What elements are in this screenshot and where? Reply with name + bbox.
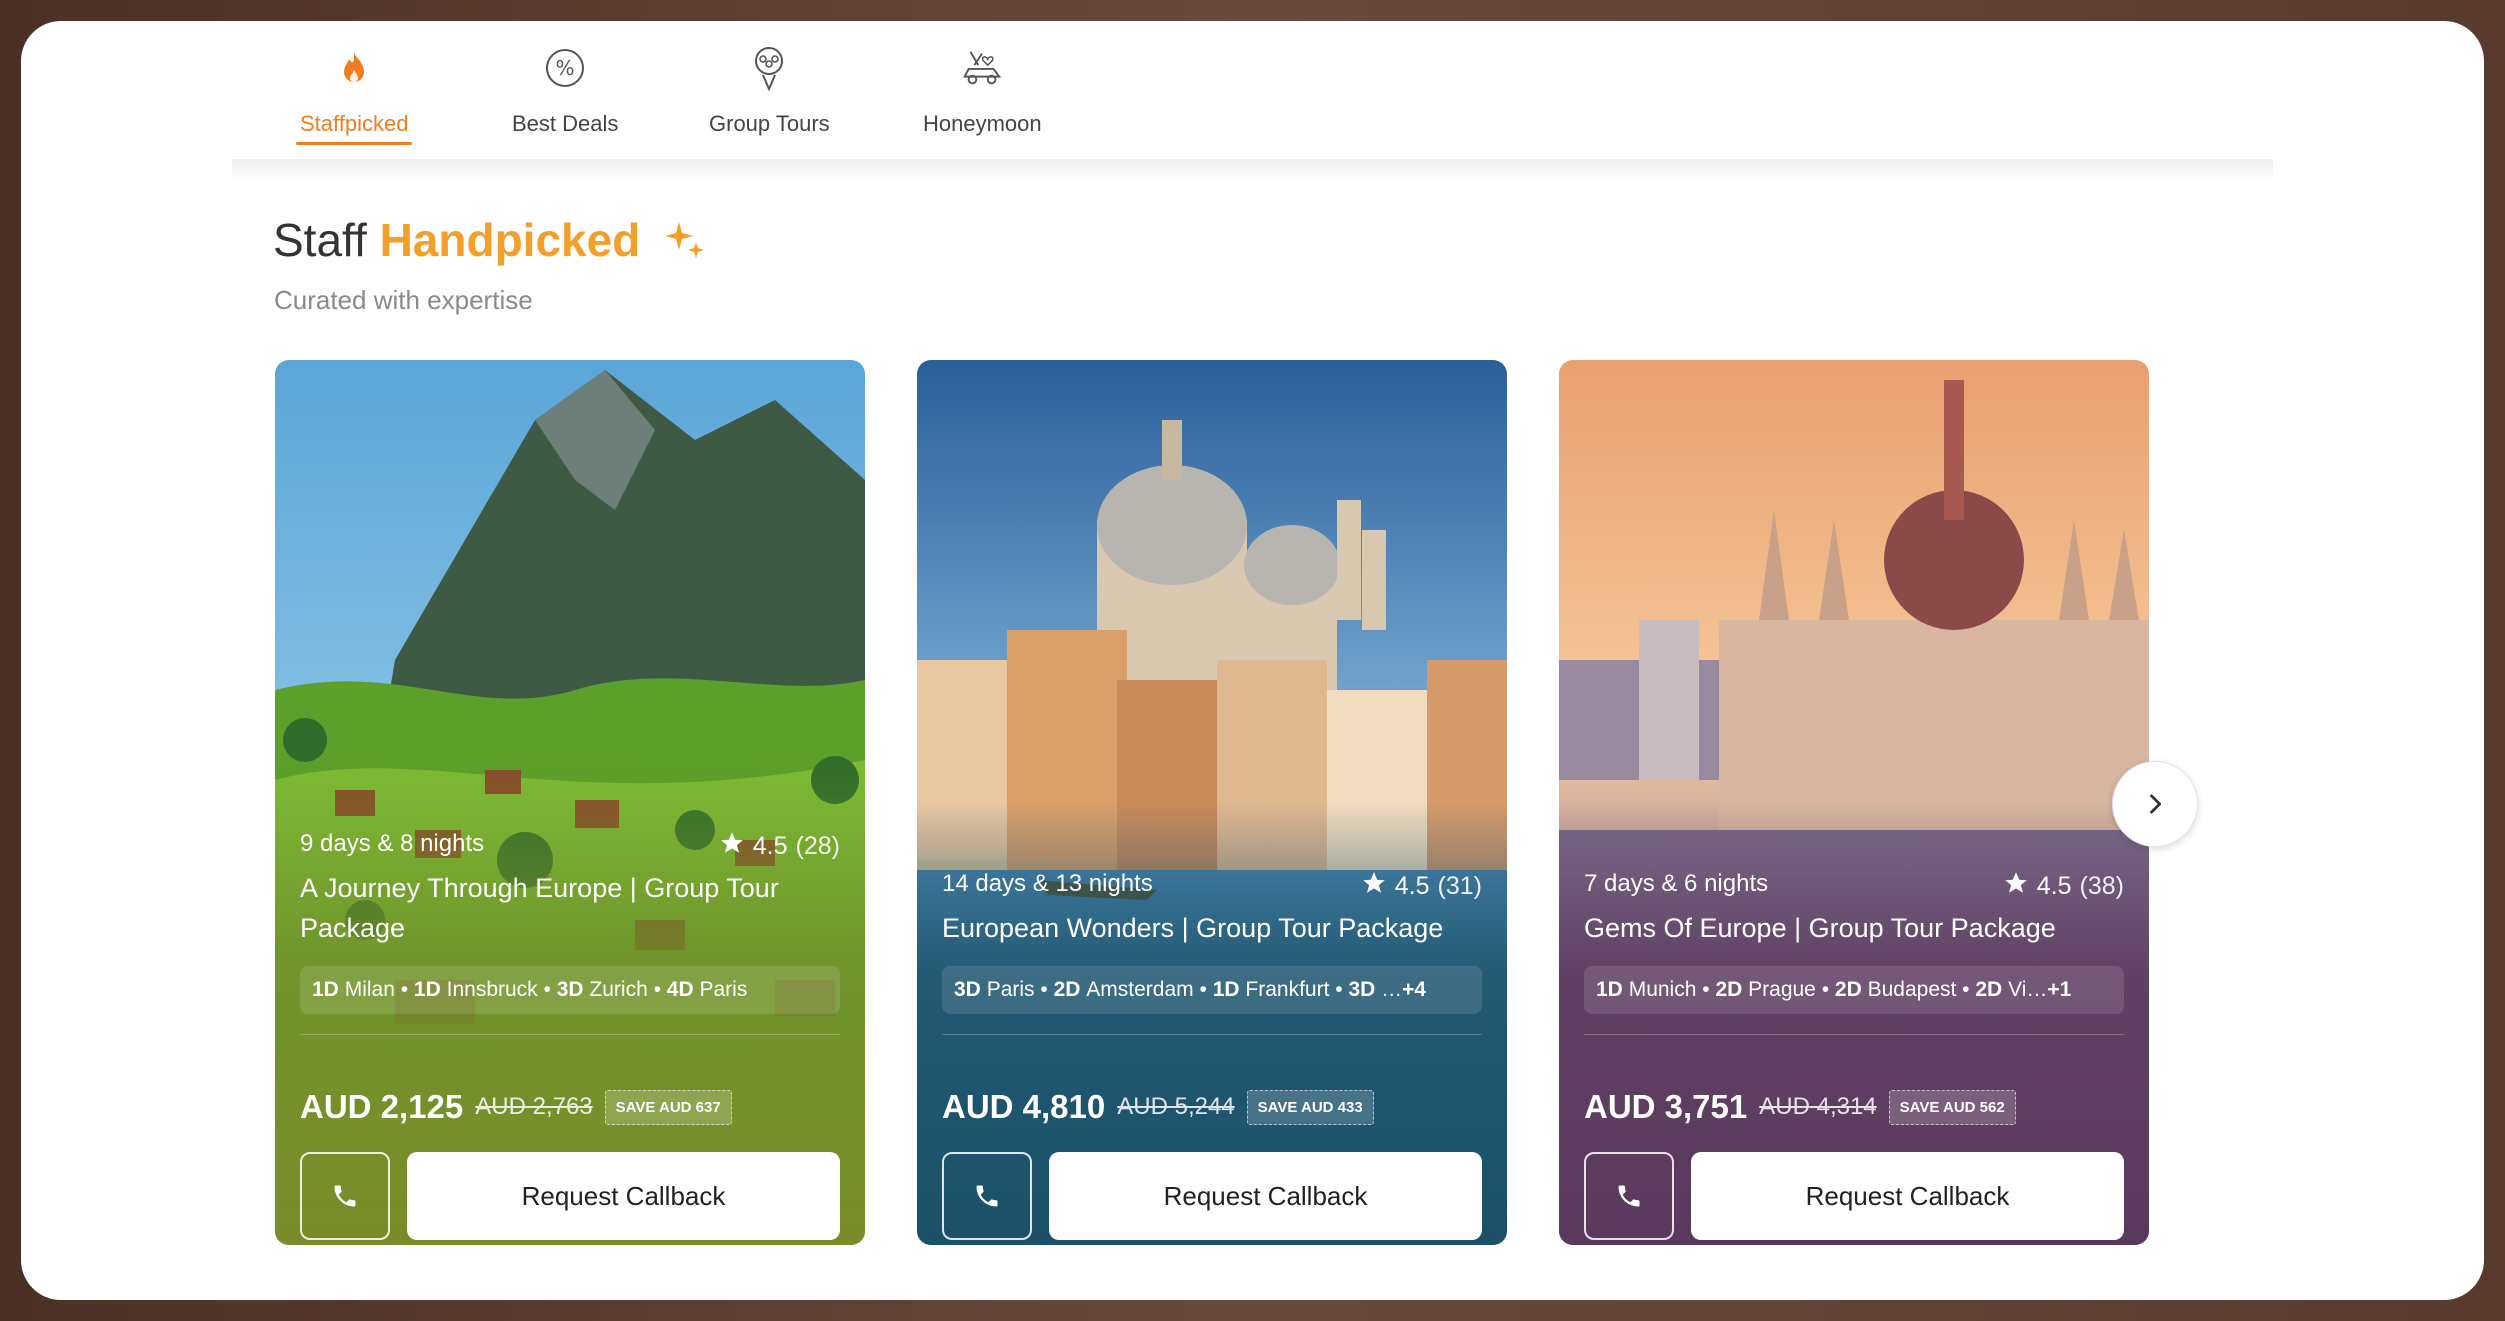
itinerary-days: 1D bbox=[1212, 978, 1240, 1001]
package-card[interactable]: 14 days & 13 nights 4.5 (31) European Wo… bbox=[917, 360, 1507, 1245]
star-icon bbox=[719, 830, 745, 863]
sparkle-icon bbox=[663, 216, 707, 271]
card-original-price: AUD 5,244 bbox=[1117, 1093, 1235, 1120]
itinerary-days: 2D bbox=[1053, 978, 1081, 1001]
call-button[interactable] bbox=[942, 1152, 1032, 1240]
save-badge: SAVE AUD 433 bbox=[1246, 1089, 1374, 1125]
request-callback-button[interactable]: Request Callback bbox=[1691, 1152, 2124, 1240]
card-itinerary: 1D Milan • 1D Innsbruck • 3D Zurich • 4D… bbox=[300, 966, 840, 1014]
itinerary-days: 1D bbox=[413, 978, 441, 1001]
page-frame: Staffpicked % Best Deals Group Tours Hon… bbox=[21, 21, 2484, 1300]
save-badge: SAVE AUD 637 bbox=[604, 1089, 732, 1125]
price-row: AUD 3,751 AUD 4,314 SAVE AUD 562 bbox=[1584, 1088, 2016, 1126]
card-price: AUD 2,125 bbox=[300, 1088, 464, 1125]
category-tabs: Staffpicked % Best Deals Group Tours Hon… bbox=[253, 25, 2293, 173]
itinerary-city: Paris bbox=[986, 978, 1035, 1001]
itinerary-city: Budapest bbox=[1867, 978, 1957, 1001]
tab-label: Best Deals bbox=[512, 111, 619, 136]
rating-value: 4.5 bbox=[752, 832, 788, 860]
card-price: AUD 4,810 bbox=[942, 1088, 1106, 1125]
itinerary-city: Vi… bbox=[2008, 978, 2048, 1001]
save-badge: SAVE AUD 562 bbox=[1888, 1089, 2016, 1125]
carousel-next-button[interactable] bbox=[2112, 761, 2198, 847]
card-divider bbox=[942, 1034, 1482, 1035]
itinerary-more: +4 bbox=[1402, 978, 1427, 1001]
package-card[interactable]: 7 days & 6 nights 4.5 (38) Gems Of Europ… bbox=[1559, 360, 2149, 1245]
card-itinerary: 1D Munich • 2D Prague • 2D Budapest • 2D… bbox=[1584, 966, 2124, 1014]
title-plain: Staff bbox=[273, 214, 367, 266]
tab-group-tours[interactable]: Group Tours bbox=[709, 25, 830, 145]
tab-label: Group Tours bbox=[709, 111, 830, 136]
request-callback-button[interactable]: Request Callback bbox=[407, 1152, 840, 1240]
tab-label: Honeymoon bbox=[923, 111, 1042, 136]
chevron-right-icon bbox=[2150, 794, 2162, 814]
rating-value: 4.5 bbox=[2036, 872, 2072, 900]
itinerary-city: … bbox=[1381, 978, 1403, 1001]
card-rating: 4.5 (31) bbox=[1361, 870, 1482, 903]
itinerary-city: Prague bbox=[1748, 978, 1816, 1001]
tab-staffpicked[interactable]: Staffpicked bbox=[295, 25, 413, 145]
itinerary-days: 4D bbox=[666, 978, 694, 1001]
card-title: A Journey Through Europe | Group Tour Pa… bbox=[300, 873, 779, 943]
svg-text:%: % bbox=[556, 56, 575, 80]
card-info: 7 days & 6 nights 4.5 (38) Gems Of Europ… bbox=[1584, 870, 2124, 1035]
card-divider bbox=[1584, 1034, 2124, 1035]
card-rating: 4.5 (28) bbox=[719, 830, 840, 863]
itinerary-days: 3D bbox=[1348, 978, 1376, 1001]
itinerary-days: 2D bbox=[1834, 978, 1862, 1001]
itinerary-days: 2D bbox=[1975, 978, 2003, 1001]
tabs-divider bbox=[232, 159, 2273, 183]
request-callback-button[interactable]: Request Callback bbox=[1049, 1152, 1482, 1240]
price-row: AUD 4,810 AUD 5,244 SAVE AUD 433 bbox=[942, 1088, 1374, 1126]
card-original-price: AUD 4,314 bbox=[1759, 1093, 1877, 1120]
itinerary-days: 1D bbox=[312, 978, 339, 1001]
tab-label: Staffpicked bbox=[300, 111, 409, 136]
section-subtitle: Curated with expertise bbox=[274, 285, 533, 315]
tab-honeymoon[interactable]: Honeymoon bbox=[923, 25, 1042, 145]
rating-value: 4.5 bbox=[1394, 872, 1430, 900]
card-itinerary: 3D Paris • 2D Amsterdam • 1D Frankfurt •… bbox=[942, 966, 1482, 1014]
card-info: 14 days & 13 nights 4.5 (31) European Wo… bbox=[942, 870, 1482, 1035]
itinerary-days: 1D bbox=[1596, 978, 1623, 1001]
itinerary-city: Amsterdam bbox=[1086, 978, 1194, 1001]
itinerary-days: 2D bbox=[1715, 978, 1743, 1001]
card-rating: 4.5 (38) bbox=[2003, 870, 2124, 903]
title-accent: Handpicked bbox=[379, 214, 641, 266]
star-icon bbox=[2003, 870, 2029, 903]
review-count: (38) bbox=[2079, 872, 2124, 900]
card-title: European Wonders | Group Tour Package bbox=[942, 913, 1444, 943]
phone-icon bbox=[1618, 1185, 1640, 1207]
itinerary-city: Frankfurt bbox=[1245, 978, 1330, 1001]
card-title: Gems Of Europe | Group Tour Package bbox=[1584, 913, 2056, 943]
itinerary-city: Paris bbox=[699, 978, 748, 1001]
package-card[interactable]: 9 days & 8 nights 4.5 (28) A Journey Thr… bbox=[275, 360, 865, 1245]
star-icon bbox=[1361, 870, 1387, 903]
phone-icon bbox=[976, 1185, 998, 1207]
call-button[interactable] bbox=[1584, 1152, 1674, 1240]
price-row: AUD 2,125 AUD 2,763 SAVE AUD 637 bbox=[300, 1088, 732, 1126]
itinerary-days: 3D bbox=[954, 978, 981, 1001]
tab-best-deals[interactable]: % Best Deals bbox=[512, 25, 618, 145]
card-divider bbox=[300, 1034, 840, 1035]
card-original-price: AUD 2,763 bbox=[475, 1093, 593, 1120]
itinerary-more: +1 bbox=[2047, 978, 2072, 1001]
section-title: Staff Handpicked bbox=[273, 213, 707, 271]
review-count: (31) bbox=[1437, 872, 1482, 900]
review-count: (28) bbox=[795, 832, 840, 860]
phone-icon bbox=[334, 1185, 356, 1207]
flame-icon bbox=[331, 45, 377, 91]
itinerary-city: Zurich bbox=[589, 978, 648, 1001]
percent-icon: % bbox=[542, 45, 588, 91]
call-button[interactable] bbox=[300, 1152, 390, 1240]
itinerary-days: 3D bbox=[556, 978, 584, 1001]
honeymoon-car-icon bbox=[959, 45, 1005, 91]
group-tour-icon bbox=[746, 45, 792, 91]
card-info: 9 days & 8 nights 4.5 (28) A Journey Thr… bbox=[300, 830, 840, 1035]
itinerary-city: Innsbruck bbox=[446, 978, 538, 1001]
itinerary-city: Munich bbox=[1628, 978, 1697, 1001]
card-price: AUD 3,751 bbox=[1584, 1088, 1748, 1125]
itinerary-city: Milan bbox=[344, 978, 395, 1001]
